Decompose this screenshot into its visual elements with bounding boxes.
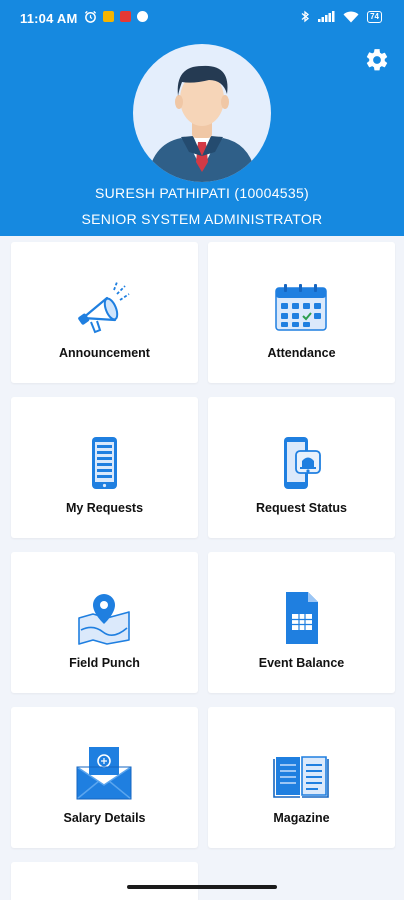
user-role: SENIOR SYSTEM ADMINISTRATOR [81, 211, 323, 227]
avatar [133, 44, 271, 182]
tile-announcement[interactable]: Announcement [11, 242, 198, 383]
tile-label: My Requests [65, 501, 144, 515]
status-time: 11:04 AM [20, 11, 78, 26]
user-name: SURESH PATHIPATI (10004535) [94, 185, 310, 201]
tile-attendance[interactable]: Attendance [208, 242, 395, 383]
profile-header: 11:04 AM 74 SURESH PATHIPATI (10004535) … [0, 0, 404, 236]
notification-icons [84, 10, 148, 23]
tile-request-status[interactable]: Request Status [208, 397, 395, 538]
signal-icon [318, 11, 335, 22]
app-notification-icon [103, 11, 114, 22]
tile-label: Announcement [59, 346, 150, 360]
tile-label: Magazine [273, 811, 330, 825]
calendar-icon [275, 284, 327, 331]
tile-label: Salary Details [63, 811, 146, 825]
open-book-icon [273, 756, 329, 798]
bluetooth-icon [301, 10, 310, 23]
chrome-icon [137, 11, 148, 22]
battery-indicator: 74 [367, 10, 382, 23]
tile-salary-details[interactable]: Salary Details [11, 707, 198, 848]
user-avatar-illustration [147, 65, 257, 182]
tile-my-requests[interactable]: My Requests [11, 397, 198, 538]
tile-label: Field Punch [69, 656, 140, 670]
tile-label: Event Balance [258, 656, 345, 670]
map-pin-icon [78, 594, 130, 645]
gear-icon[interactable] [364, 47, 390, 73]
tile-label: Request Status [256, 501, 347, 515]
app-notification-icon [120, 11, 131, 22]
tile-magazine[interactable]: Magazine [208, 707, 395, 848]
tile-partial[interactable] [11, 862, 198, 900]
system-status-icons: 74 [301, 10, 382, 23]
status-bar: 11:04 AM 74 [0, 0, 404, 36]
tile-label: Attendance [267, 346, 336, 360]
phone-list-icon [92, 437, 117, 489]
phone-notification-icon [284, 437, 321, 489]
megaphone-icon [78, 281, 130, 334]
home-indicator[interactable] [127, 885, 277, 889]
wifi-icon [343, 11, 359, 22]
tile-field-punch[interactable]: Field Punch [11, 552, 198, 693]
alarm-icon [84, 10, 97, 23]
spreadsheet-icon [286, 592, 318, 644]
envelope-money-icon [76, 747, 132, 800]
tile-event-balance[interactable]: Event Balance [208, 552, 395, 693]
